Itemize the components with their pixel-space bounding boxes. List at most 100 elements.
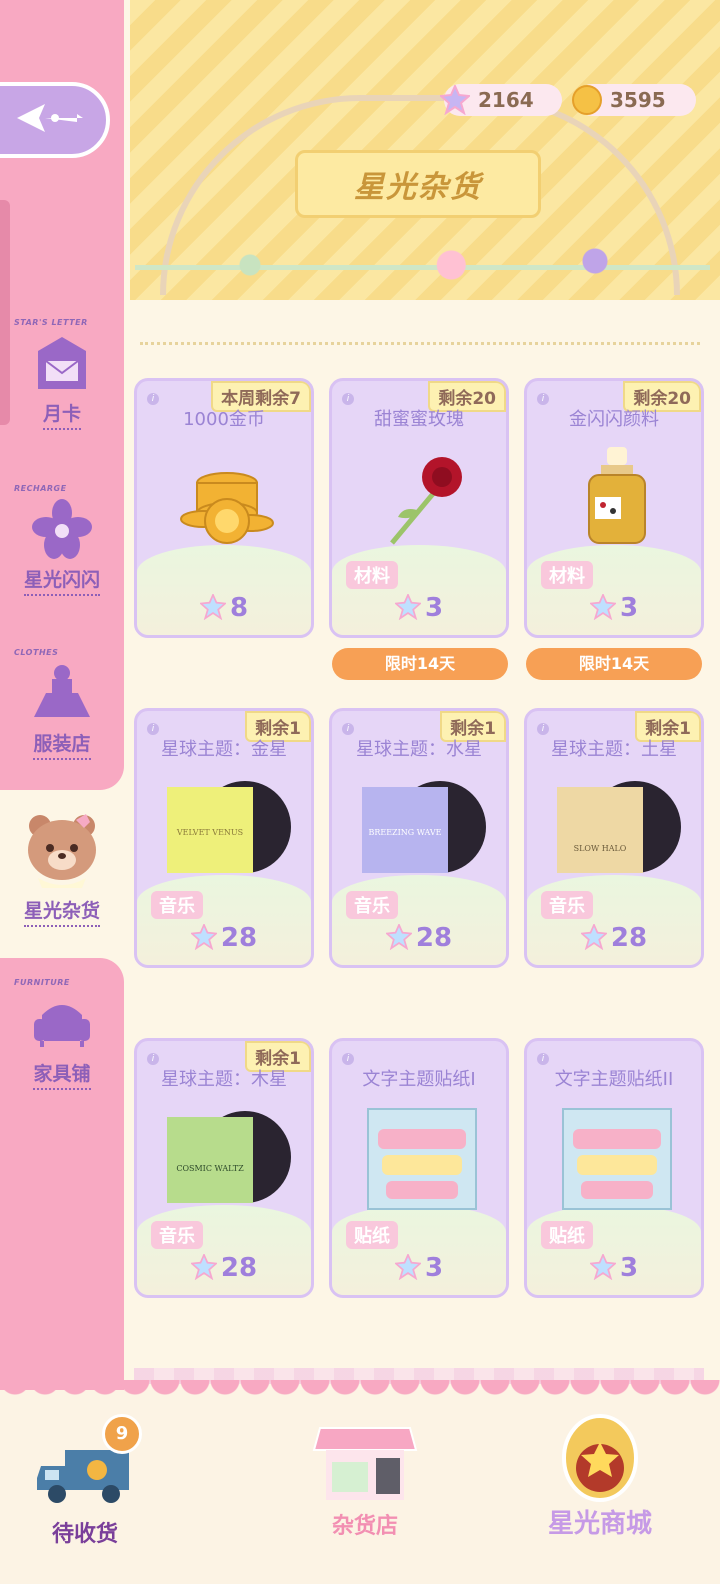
category-tag: 音乐 bbox=[541, 891, 593, 919]
info-icon[interactable]: i bbox=[147, 1053, 159, 1065]
nav-star-mall[interactable]: 星光商城 bbox=[525, 1408, 675, 1548]
info-icon[interactable]: i bbox=[537, 1053, 549, 1065]
shop-item-card[interactable]: i 本周剩余7 1000金币 8 bbox=[134, 378, 314, 638]
section-divider bbox=[140, 342, 700, 345]
info-icon[interactable]: i bbox=[147, 723, 159, 735]
item-name: 金闪闪颜料 bbox=[569, 409, 659, 430]
sidebar-sub-label: RECHARGE bbox=[14, 484, 67, 493]
category-tag: 音乐 bbox=[151, 1221, 203, 1249]
album-title: BREEZING WAVE bbox=[368, 828, 441, 837]
shop-item-card[interactable]: i 剩余1 星球主题：木星 COSMIC WALTZ 音乐 28 bbox=[134, 1038, 314, 1298]
back-button[interactable] bbox=[0, 82, 110, 158]
item-name: 星球主题：水星 bbox=[356, 739, 482, 760]
sticker-pack-icon bbox=[557, 1103, 677, 1213]
category-tag: 材料 bbox=[541, 561, 593, 589]
item-name: 星球主题：金星 bbox=[161, 739, 287, 760]
star-gem-icon bbox=[384, 922, 414, 951]
shop-item-card[interactable]: i 剩余20 甜蜜蜜玫瑰 材料 3 bbox=[329, 378, 509, 638]
sticker-pack-icon bbox=[362, 1103, 482, 1213]
star-gem-icon bbox=[189, 922, 219, 951]
info-icon[interactable]: i bbox=[537, 393, 549, 405]
album-title: COSMIC WALTZ bbox=[176, 1164, 244, 1173]
category-tag: 贴纸 bbox=[541, 1221, 593, 1249]
record-mercury-icon: BREEZING WAVE bbox=[358, 773, 488, 883]
nav-pending-delivery[interactable]: 9 待收货 bbox=[30, 1414, 142, 1550]
sidebar-item-label: 星光闪闪 bbox=[23, 565, 100, 596]
category-tag: 贴纸 bbox=[346, 1221, 398, 1249]
item-name: 1000金币 bbox=[183, 409, 265, 430]
category-tag: 音乐 bbox=[346, 891, 398, 919]
sidebar-item-label: 家具铺 bbox=[33, 1059, 91, 1090]
item-name: 星球主题：土星 bbox=[551, 739, 677, 760]
paint-bottle-icon bbox=[567, 443, 667, 553]
album-title: SLOW HALO bbox=[574, 844, 627, 853]
category-tag: 材料 bbox=[346, 561, 398, 589]
sidebar-item-general-store[interactable]: 星光杂货 bbox=[0, 790, 124, 958]
sofa-icon bbox=[32, 993, 92, 1053]
star-gem-icon bbox=[198, 592, 228, 621]
info-icon[interactable]: i bbox=[342, 723, 354, 735]
time-limit-badge: 限时14天 bbox=[332, 648, 508, 680]
item-price: 3 bbox=[332, 592, 506, 623]
letter-icon bbox=[32, 333, 92, 393]
shop-item-card[interactable]: i 文字主题贴纸II 贴纸 3 bbox=[524, 1038, 704, 1298]
star-gem-icon bbox=[588, 1252, 618, 1281]
sidebar-sub-label: STAR'S LETTER bbox=[14, 318, 88, 327]
star-gem-icon bbox=[438, 83, 472, 116]
item-price: 28 bbox=[332, 922, 506, 953]
star-gem-balance[interactable]: 2164 bbox=[438, 83, 562, 116]
info-icon[interactable]: i bbox=[342, 393, 354, 405]
star-gem-icon bbox=[393, 592, 423, 621]
info-icon[interactable]: i bbox=[147, 393, 159, 405]
nav-label: 待收货 bbox=[51, 1522, 118, 1547]
sidebar-item-label: 服装店 bbox=[33, 729, 91, 760]
category-tag: 音乐 bbox=[151, 891, 203, 919]
nav-general-store[interactable]: 杂货店 bbox=[305, 1418, 425, 1548]
time-limit-badge: 限时14天 bbox=[526, 648, 702, 680]
item-price: 28 bbox=[527, 922, 701, 953]
bottom-nav-scallop bbox=[0, 1380, 720, 1410]
shop-item-card[interactable]: i 剩余1 星球主题：水星 BREEZING WAVE 音乐 28 bbox=[329, 708, 509, 968]
item-name: 甜蜜蜜玫瑰 bbox=[374, 409, 464, 430]
item-price: 3 bbox=[527, 1252, 701, 1283]
info-icon[interactable]: i bbox=[342, 1053, 354, 1065]
nav-label: 星光商城 bbox=[547, 1509, 652, 1539]
item-price: 3 bbox=[527, 592, 701, 623]
page-title: 星光杂货 bbox=[295, 150, 541, 218]
record-venus-icon: VELVET VENUS bbox=[163, 773, 293, 883]
album-title: VELVET VENUS bbox=[176, 828, 243, 837]
floral-vine-decoration bbox=[135, 245, 710, 285]
dress-icon bbox=[32, 663, 92, 723]
sidebar-sub-label: FURNITURE bbox=[14, 978, 70, 987]
star-mall-icon bbox=[555, 1408, 645, 1503]
back-arrow-icon bbox=[15, 98, 85, 142]
sidebar-item-monthly-card[interactable]: STAR'S LETTER 月卡 bbox=[0, 318, 124, 430]
info-icon[interactable]: i bbox=[537, 723, 549, 735]
sidebar-item-recharge[interactable]: RECHARGE 星光闪闪 bbox=[0, 484, 124, 596]
star-gem-value: 2164 bbox=[478, 88, 534, 112]
gold-coin-balance[interactable]: 3595 bbox=[572, 84, 696, 116]
shop-stall-icon bbox=[310, 1418, 420, 1508]
sidebar-item-furniture[interactable]: FURNITURE 家具铺 bbox=[0, 978, 124, 1090]
notification-badge: 9 bbox=[102, 1414, 142, 1454]
gold-coin-value: 3595 bbox=[610, 88, 666, 112]
shop-item-card[interactable]: i 剩余1 星球主题：土星 SLOW HALO 音乐 28 bbox=[524, 708, 704, 968]
item-price: 3 bbox=[332, 1252, 506, 1283]
item-name: 文字主题贴纸II bbox=[554, 1069, 674, 1090]
sidebar-item-label: 月卡 bbox=[42, 399, 81, 430]
item-price: 28 bbox=[137, 922, 311, 953]
sidebar-sub-label: CLOTHES bbox=[14, 648, 59, 657]
star-gem-icon bbox=[579, 922, 609, 951]
item-name: 文字主题贴纸I bbox=[362, 1069, 476, 1090]
shop-item-card[interactable]: i 剩余20 金闪闪颜料 材料 3 bbox=[524, 378, 704, 638]
gold-coin-icon bbox=[572, 85, 602, 115]
star-gem-icon bbox=[588, 592, 618, 621]
flower-icon bbox=[32, 499, 92, 559]
record-saturn-icon: SLOW HALO bbox=[553, 773, 683, 883]
rose-icon bbox=[372, 443, 472, 553]
shop-item-card[interactable]: i 文字主题贴纸I 贴纸 3 bbox=[329, 1038, 509, 1298]
record-jupiter-icon: COSMIC WALTZ bbox=[163, 1103, 293, 1213]
sidebar-item-clothes[interactable]: CLOTHES 服装店 bbox=[0, 648, 124, 760]
star-gem-icon bbox=[393, 1252, 423, 1281]
shop-item-card[interactable]: i 剩余1 星球主题：金星 VELVET VENUS 音乐 28 bbox=[134, 708, 314, 968]
